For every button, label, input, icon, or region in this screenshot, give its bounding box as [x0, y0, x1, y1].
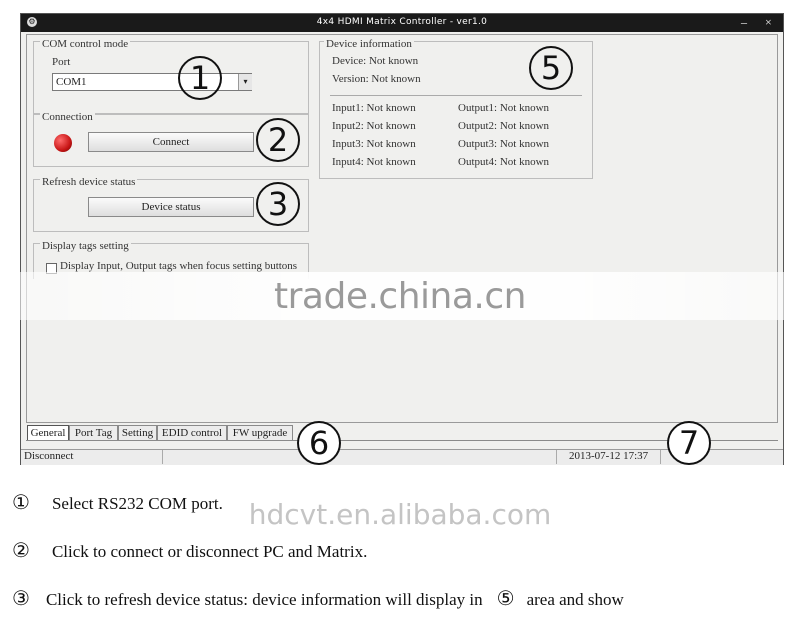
callout-3: 3: [256, 182, 300, 226]
tab-edid-control[interactable]: EDID control: [157, 425, 227, 441]
caption-3-tail-text: area and show: [526, 590, 624, 609]
caption-3-ref-number: ⑤: [496, 586, 515, 610]
close-icon[interactable]: ×: [765, 15, 772, 30]
tab-port-tag[interactable]: Port Tag: [69, 425, 118, 441]
tab-fw-upgrade[interactable]: FW upgrade: [227, 425, 293, 441]
caption-1-number: ①: [12, 490, 30, 514]
callout-2: 2: [256, 118, 300, 162]
caption-1-text: Select RS232 COM port.: [51, 494, 223, 513]
status-bar-spacer: [163, 450, 557, 464]
window-title: 4x4 HDMI Matrix Controller - ver1.0: [316, 17, 488, 27]
callout-7: 7: [667, 421, 711, 465]
status-datetime: 2013-07-12 17:37: [557, 450, 661, 464]
connection-status-text: Disconnect: [21, 450, 163, 464]
watermark-top: trade.china.cn: [274, 276, 526, 317]
callout-1: 1: [178, 56, 222, 100]
tab-general[interactable]: General: [27, 425, 69, 441]
title-bar: ⚙ 4x4 HDMI Matrix Controller - ver1.0 – …: [21, 14, 783, 32]
main-panel: [26, 34, 778, 423]
callout-5: 5: [529, 46, 573, 90]
caption-2-text: Click to connect or disconnect PC and Ma…: [51, 542, 368, 561]
caption-1: ① Select RS232 COM port.: [12, 490, 223, 514]
caption-2-number: ②: [12, 538, 30, 562]
caption-2: ② Click to connect or disconnect PC and …: [12, 538, 367, 562]
caption-3-text: Click to refresh device status: device i…: [45, 590, 483, 609]
callout-6: 6: [297, 421, 341, 465]
caption-3-number: ③: [12, 586, 30, 610]
caption-3: ③ Click to refresh device status: device…: [12, 586, 624, 610]
minimize-icon[interactable]: –: [741, 15, 747, 30]
app-window: ⚙ 4x4 HDMI Matrix Controller - ver1.0 – …: [20, 13, 784, 465]
tab-setting[interactable]: Setting: [118, 425, 157, 441]
tab-strip-line: [26, 440, 778, 441]
